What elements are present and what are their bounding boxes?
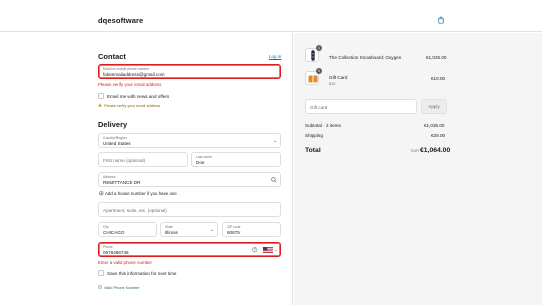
- country-value: United States: [103, 140, 131, 146]
- email-warning-text: Please verify your email address: [104, 103, 161, 108]
- address-field[interactable]: Address REMITTANCE DR: [98, 172, 281, 187]
- total-value: €1,064.00: [420, 147, 451, 154]
- address-label: Address: [103, 174, 116, 179]
- gift-card-image: [308, 75, 318, 83]
- currency-code: EUR: [411, 149, 420, 153]
- gift-card-input[interactable]: Gift card: [305, 99, 417, 114]
- subtotal-value: €1,035.00: [424, 123, 445, 128]
- save-info-checkbox[interactable]: [98, 270, 104, 276]
- chevron-down-icon: ⌄: [274, 247, 278, 252]
- email-field-value: fakeemailaddress@gmail.com: [103, 71, 165, 77]
- shipping-label: Shipping: [305, 133, 323, 138]
- email-error-text: Please verify your email address: [98, 82, 162, 87]
- subtotal-label: Subtotal · 2 items: [305, 123, 341, 128]
- header: dqesoftware: [0, 0, 542, 32]
- address-value: REMITTANCE DR: [103, 179, 141, 185]
- chevron-down-icon: ⌄: [210, 227, 215, 233]
- state-label: State: [165, 224, 173, 229]
- state-value: Illinois: [165, 229, 178, 235]
- search-icon[interactable]: [271, 177, 277, 183]
- product-name: Gift Card: [329, 75, 348, 80]
- country-select[interactable]: Country/Region United States ⌄: [98, 133, 281, 148]
- state-select[interactable]: State Illinois ⌄: [160, 222, 218, 237]
- contact-heading: Contact: [98, 52, 126, 61]
- zip-value: 60675: [227, 229, 240, 235]
- valid-phone-text: Valid Phone Number: [104, 285, 140, 290]
- save-info-label: Save this information for next time: [107, 270, 177, 276]
- phone-value: 0678486746: [103, 249, 129, 255]
- apartment-placeholder: Apartment, suite, etc. (optional): [103, 208, 167, 213]
- phone-field[interactable]: Phone 0678486746 ⌄: [98, 242, 281, 257]
- item-quantity-badge: 1: [316, 68, 322, 74]
- product-name: The Collection Snowboard: Oxygen: [329, 55, 402, 60]
- email-field[interactable]: Email or mobile phone number fakeemailad…: [98, 64, 281, 79]
- help-circle-icon[interactable]: [252, 247, 258, 253]
- house-number-hint: Add a house number if you have one: [105, 191, 177, 196]
- news-checkbox-label: Email me with news and offers: [107, 93, 170, 99]
- us-flag-icon[interactable]: [263, 247, 273, 253]
- shopping-bag-icon[interactable]: [437, 16, 445, 24]
- product-variant: $10: [329, 82, 336, 86]
- first-name-placeholder: First name (optional): [103, 158, 146, 163]
- total-label: Total: [305, 147, 321, 154]
- brand-name[interactable]: dqesoftware: [98, 16, 143, 25]
- news-checkbox[interactable]: [98, 93, 104, 99]
- phone-error-text: Enter a valid phone number: [98, 260, 152, 265]
- last-name-label: Last name: [196, 154, 212, 159]
- order-summary-panel: [294, 33, 542, 305]
- gift-card-placeholder: Gift card: [310, 105, 328, 110]
- shipping-value: €29.00: [431, 133, 446, 138]
- zip-field[interactable]: ZIP code 60675: [222, 222, 281, 237]
- check-circle-icon: [98, 285, 102, 289]
- city-label: City: [103, 224, 109, 229]
- last-name-value: Doe: [196, 159, 205, 165]
- first-name-field[interactable]: First name (optional): [98, 152, 188, 167]
- city-field[interactable]: City CHICAGO: [98, 222, 157, 237]
- phone-label: Phone: [103, 244, 113, 249]
- login-link[interactable]: Log in: [269, 54, 281, 59]
- product-price: €10.00: [431, 76, 446, 81]
- plus-circle-icon: [99, 191, 104, 196]
- last-name-field[interactable]: Last name Doe: [191, 152, 281, 167]
- city-value: CHICAGO: [103, 229, 125, 235]
- snowboard-image: [311, 50, 315, 61]
- country-label: Country/Region: [103, 135, 127, 140]
- delivery-heading: Delivery: [98, 120, 128, 129]
- chevron-down-icon: ⌄: [273, 138, 278, 144]
- zip-label: ZIP code: [227, 224, 241, 229]
- email-field-label: Email or mobile phone number: [103, 66, 150, 71]
- apartment-field[interactable]: Apartment, suite, etc. (optional): [98, 202, 281, 217]
- product-price: €1,025.00: [426, 55, 447, 60]
- item-quantity-badge: 1: [316, 45, 322, 51]
- warning-icon: [98, 103, 102, 107]
- apply-button[interactable]: Apply: [421, 99, 447, 114]
